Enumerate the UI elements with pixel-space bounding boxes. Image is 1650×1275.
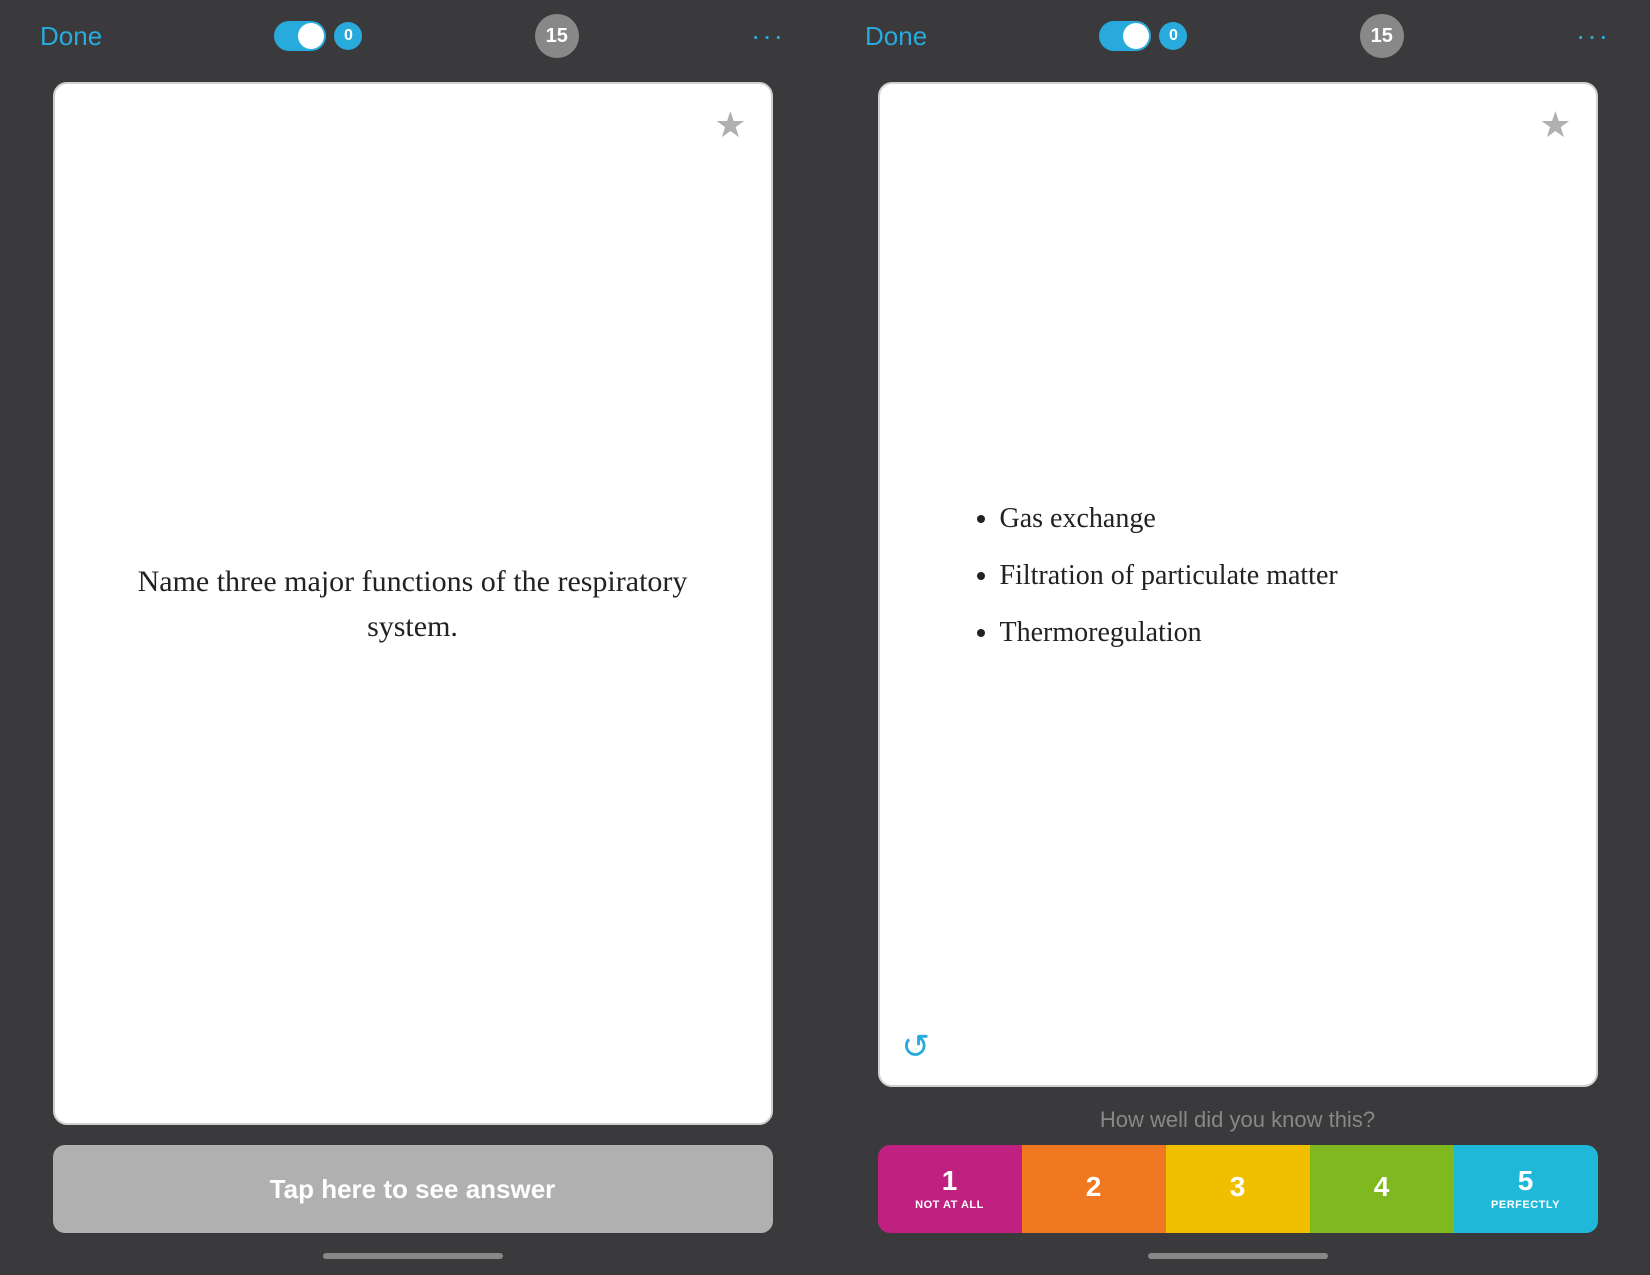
rating-5-label: PERFECTLY bbox=[1491, 1199, 1560, 1211]
left-card-count: 15 bbox=[535, 14, 579, 58]
right-card-answer: Gas exchange Filtration of particulate m… bbox=[920, 124, 1556, 1045]
left-toggle-group: 0 bbox=[274, 21, 362, 51]
right-done-button[interactable]: Done bbox=[865, 21, 927, 52]
right-toggle-count: 0 bbox=[1159, 22, 1187, 50]
rating-button-4[interactable]: 4 bbox=[1310, 1145, 1454, 1233]
rating-section: How well did you know this? 1 NOT AT ALL… bbox=[878, 1107, 1598, 1233]
right-toggle-knob bbox=[1123, 23, 1149, 49]
answer-list: Gas exchange Filtration of particulate m… bbox=[970, 499, 1506, 671]
right-toggle-switch[interactable] bbox=[1099, 21, 1151, 51]
rating-question: How well did you know this? bbox=[878, 1107, 1598, 1133]
left-card-container: ★ Name three major functions of the resp… bbox=[53, 82, 773, 1125]
right-more-dots[interactable]: ··· bbox=[1576, 20, 1610, 52]
rating-1-number: 1 bbox=[942, 1167, 958, 1195]
right-top-bar: Done 0 15 ··· bbox=[825, 0, 1650, 72]
answer-item-1: Gas exchange bbox=[1000, 499, 1506, 538]
right-card-count: 15 bbox=[1360, 14, 1404, 58]
left-done-button[interactable]: Done bbox=[40, 21, 102, 52]
rating-3-number: 3 bbox=[1230, 1173, 1246, 1201]
left-card[interactable]: ★ Name three major functions of the resp… bbox=[53, 82, 773, 1125]
answer-item-2: Filtration of particulate matter bbox=[1000, 556, 1506, 595]
left-more-dots[interactable]: ··· bbox=[751, 20, 785, 52]
answer-item-3: Thermoregulation bbox=[1000, 613, 1506, 652]
right-home-indicator bbox=[1148, 1253, 1328, 1259]
rating-button-2[interactable]: 2 bbox=[1022, 1145, 1166, 1233]
left-phone-panel: Done 0 15 ··· ★ Name three major functio… bbox=[0, 0, 825, 1275]
left-toggle-knob bbox=[298, 23, 324, 49]
undo-icon[interactable]: ↺ bbox=[902, 1027, 931, 1067]
tap-here-button[interactable]: Tap here to see answer bbox=[53, 1145, 773, 1233]
left-star-icon[interactable]: ★ bbox=[714, 104, 746, 146]
right-toggle-group: 0 bbox=[1099, 21, 1187, 51]
right-phone-panel: Done 0 15 ··· ★ Gas exchange Filtration … bbox=[825, 0, 1650, 1275]
tap-button-label: Tap here to see answer bbox=[270, 1174, 556, 1205]
left-card-question: Name three major functions of the respir… bbox=[95, 559, 731, 649]
right-star-icon[interactable]: ★ bbox=[1539, 104, 1571, 146]
right-card-container: ★ Gas exchange Filtration of particulate… bbox=[878, 82, 1598, 1087]
left-toggle-count: 0 bbox=[334, 22, 362, 50]
rating-1-label: NOT AT ALL bbox=[915, 1199, 984, 1211]
rating-button-1[interactable]: 1 NOT AT ALL bbox=[878, 1145, 1022, 1233]
rating-4-number: 4 bbox=[1374, 1173, 1390, 1201]
rating-button-5[interactable]: 5 PERFECTLY bbox=[1454, 1145, 1598, 1233]
rating-2-number: 2 bbox=[1086, 1173, 1102, 1201]
rating-buttons: 1 NOT AT ALL 2 3 4 5 PERFECTLY bbox=[878, 1145, 1598, 1233]
left-toggle-switch[interactable] bbox=[274, 21, 326, 51]
left-home-indicator bbox=[323, 1253, 503, 1259]
rating-button-3[interactable]: 3 bbox=[1166, 1145, 1310, 1233]
left-top-bar: Done 0 15 ··· bbox=[0, 0, 825, 72]
right-card[interactable]: ★ Gas exchange Filtration of particulate… bbox=[878, 82, 1598, 1087]
rating-5-number: 5 bbox=[1518, 1167, 1534, 1195]
